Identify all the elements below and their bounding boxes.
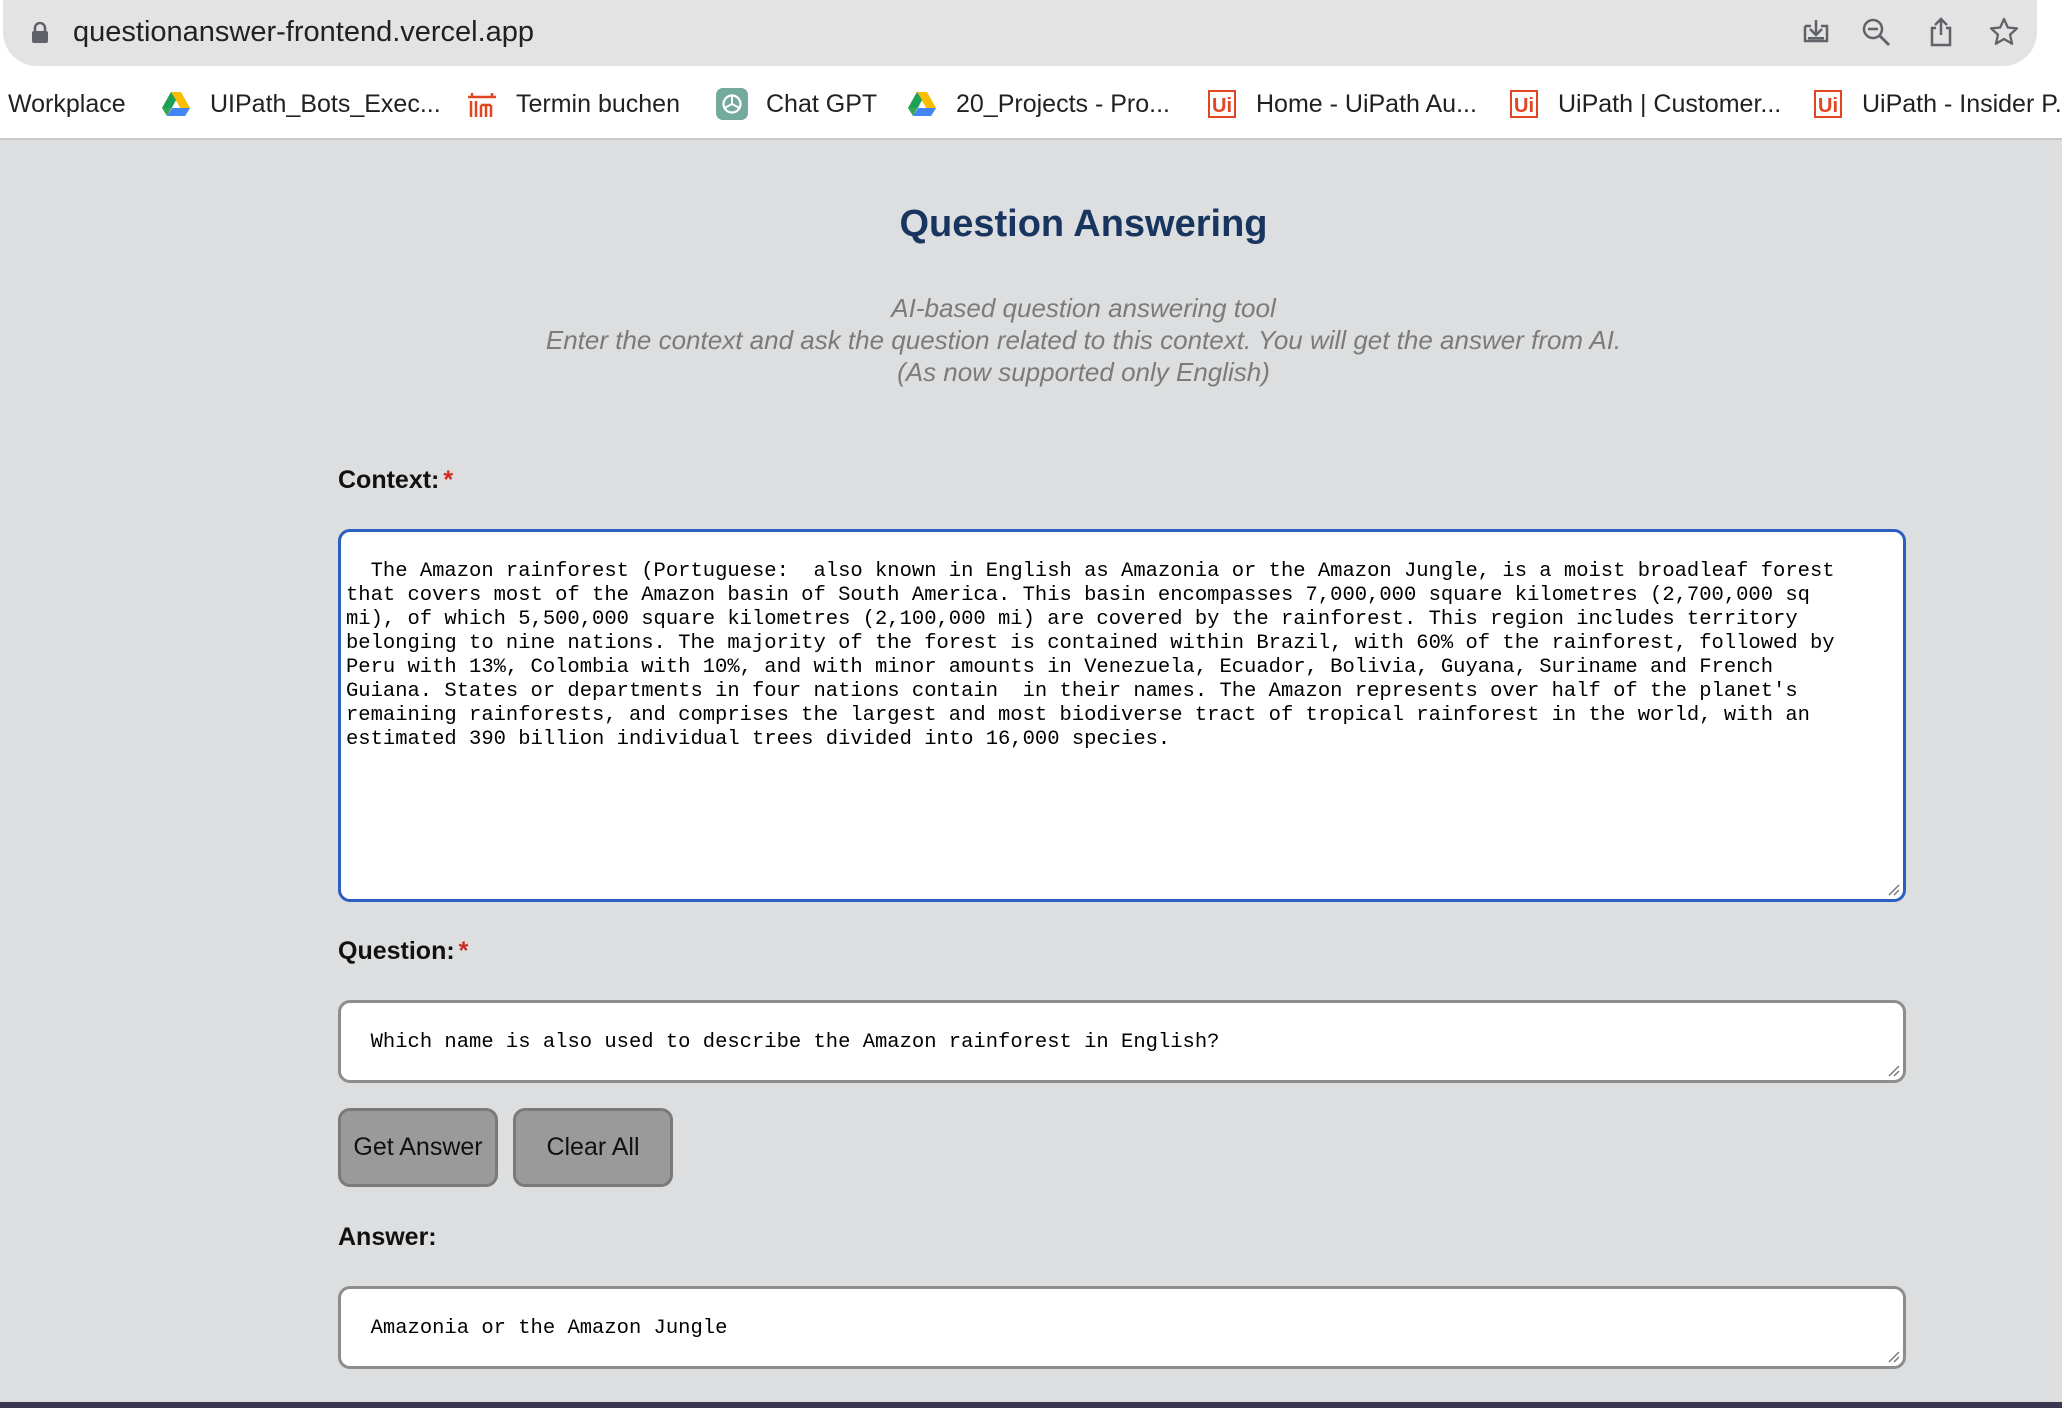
bookmark-uipath-customer[interactable]: Ui UiPath | Customer... — [1508, 86, 1781, 122]
install-app-icon[interactable] — [1798, 14, 1834, 50]
bookmark-20-projects[interactable]: 20_Projects - Pro... — [906, 86, 1170, 122]
bookmark-label: UIPath_Bots_Exec... — [210, 89, 441, 118]
uipath-icon-text: Ui — [1510, 90, 1538, 118]
context-text: The Amazon rainforest (Portuguese: also … — [346, 560, 1835, 751]
bookmark-label: 20_Projects - Pro... — [956, 89, 1170, 118]
bookmark-label: UiPath - Insider P... — [1862, 89, 2062, 118]
bookmark-label: Workplace — [8, 89, 126, 118]
zoom-out-icon[interactable] — [1858, 14, 1894, 50]
subtitle-line-3: (As now supported only English) — [897, 357, 1270, 387]
answer-label: Answer: — [338, 1223, 437, 1251]
bookmark-star-icon[interactable] — [1986, 14, 2022, 50]
bookmark-uipath-bots[interactable]: UIPath_Bots_Exec... — [160, 86, 441, 122]
bookmark-chat-gpt[interactable]: Chat GPT — [716, 86, 877, 122]
question-label: Question: * — [338, 937, 468, 966]
lock-icon — [32, 22, 48, 43]
bookmark-home-uipath[interactable]: Ui Home - UiPath Au... — [1206, 86, 1477, 122]
url-text[interactable]: questionanswer-frontend.vercel.app — [73, 14, 534, 50]
resize-handle-icon[interactable] — [1886, 1349, 1900, 1363]
question-label-text: Question: — [338, 937, 455, 965]
context-label: Context: * — [338, 466, 453, 495]
required-mark: * — [458, 937, 469, 965]
question-text: Which name is also used to describe the … — [370, 1031, 1220, 1054]
required-mark: * — [443, 466, 454, 494]
bookmark-label: Chat GPT — [766, 89, 878, 118]
resize-handle-icon[interactable] — [1886, 1063, 1900, 1077]
bookmark-label: Termin buchen — [516, 89, 680, 118]
bookmark-termin-buchen[interactable]: Termin buchen — [466, 86, 680, 122]
uipath-icon: Ui — [1206, 88, 1238, 120]
get-answer-button[interactable]: Get Answer — [338, 1108, 498, 1187]
clear-all-button[interactable]: Clear All — [513, 1108, 673, 1187]
browser-toolbar: questionanswer-frontend.vercel.app — [0, 0, 2062, 68]
resize-handle-icon[interactable] — [1886, 882, 1900, 896]
uipath-icon: Ui — [1508, 88, 1540, 120]
google-drive-icon — [160, 88, 192, 120]
google-drive-icon — [906, 88, 938, 120]
subtitle-line-2: Enter the context and ask the question r… — [545, 325, 1622, 355]
answer-textarea[interactable]: Amazonia or the Amazon Jungle — [338, 1286, 1906, 1369]
uipath-icon: Ui — [1812, 88, 1844, 120]
page-title: Question Answering — [899, 203, 1268, 245]
uipath-icon-text: Ui — [1208, 90, 1236, 118]
bookmark-label: Home - UiPath Au... — [1256, 89, 1477, 118]
window-bottom-edge — [0, 1402, 2062, 1408]
bookmark-uipath-insider[interactable]: Ui UiPath - Insider P... — [1812, 86, 2062, 122]
uipath-icon-text: Ui — [1814, 90, 1842, 118]
bookmark-workplace[interactable]: Workplace — [8, 86, 126, 122]
answer-text: Amazonia or the Amazon Jungle — [370, 1317, 728, 1340]
chatgpt-icon — [716, 88, 748, 120]
subtitle-line-1: AI-based question answering tool — [891, 293, 1276, 323]
termin-icon — [466, 88, 498, 120]
context-label-text: Context: — [338, 466, 440, 494]
share-icon[interactable] — [1923, 14, 1959, 50]
context-textarea[interactable]: The Amazon rainforest (Portuguese: also … — [338, 529, 1906, 902]
question-textarea[interactable]: Which name is also used to describe the … — [338, 1000, 1906, 1083]
bookmark-label: UiPath | Customer... — [1558, 89, 1782, 118]
bookmarks-bar: Workplace UIPath_Bots_Exec... Termin buc… — [0, 68, 2062, 140]
address-bar[interactable]: questionanswer-frontend.vercel.app — [3, 0, 2037, 66]
